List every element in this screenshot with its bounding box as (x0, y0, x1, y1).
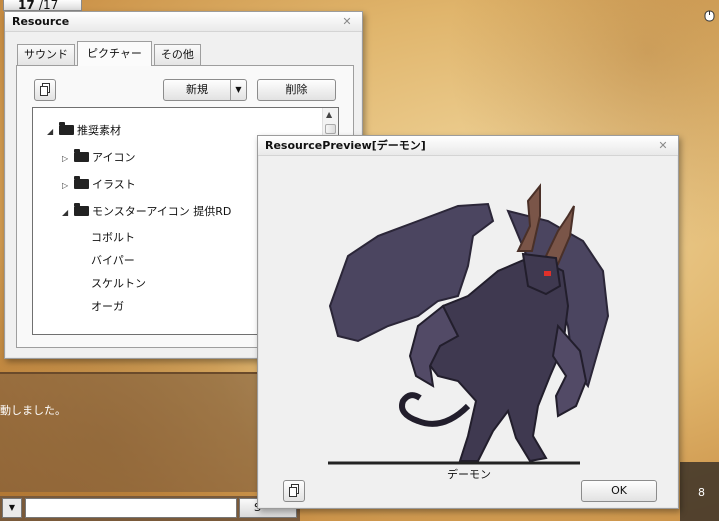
resource-window-title: Resource (12, 15, 70, 28)
counter-total: 17 (42, 0, 59, 11)
chat-channel-dropdown[interactable]: ▼ (2, 498, 22, 518)
scroll-up-icon[interactable]: ▲ (326, 110, 332, 119)
new-button[interactable]: 新規 (164, 80, 231, 100)
demon-tail (399, 392, 471, 427)
expand-triangle-icon[interactable]: ▷ (62, 177, 74, 195)
mouse-icon (704, 10, 715, 22)
tree-item[interactable]: スケルトン (91, 275, 146, 293)
counter-current: 17 (18, 0, 35, 11)
tree-node-label: モンスターアイコン 提供RD (92, 205, 232, 218)
tree-node-folder[interactable]: ▷ イラスト (62, 176, 136, 194)
ok-button[interactable]: OK (581, 480, 657, 502)
copy-icon (40, 83, 50, 96)
folder-icon (74, 149, 89, 162)
resource-tabs: サウンド ピクチャー その他 (17, 41, 203, 66)
new-split-button[interactable]: 新規 ▼ (163, 79, 247, 101)
tree-item[interactable]: コボルト (91, 229, 135, 247)
expand-triangle-icon[interactable]: ▷ (62, 150, 74, 168)
resource-title-bar[interactable]: Resource ✕ (5, 12, 362, 32)
tree-node-folder[interactable]: ▷ アイコン (62, 149, 135, 167)
chat-bar: ▼ S (0, 496, 300, 521)
collapse-triangle-icon[interactable]: ◢ (47, 123, 59, 141)
preview-title-bar[interactable]: ResourcePreview[デーモン] ✕ (258, 136, 678, 156)
log-message: 動しました。 (0, 404, 66, 417)
copy-icon (289, 484, 299, 497)
tab-picture[interactable]: ピクチャー (77, 41, 152, 66)
page-counter: 17 /17 (3, 0, 82, 11)
resource-preview-window: ResourcePreview[デーモン] ✕ デーモン OK (257, 135, 679, 509)
demon-eye (544, 271, 551, 276)
tree-node-folder[interactable]: ◢ モンスターアイコン 提供RD (62, 203, 231, 221)
side-panel-number: 8 (698, 486, 705, 499)
folder-icon (59, 122, 74, 135)
log-panel: 動しました。 (0, 372, 258, 492)
tab-other[interactable]: その他 (153, 44, 201, 65)
tree-node-label: アイコン (92, 151, 136, 164)
close-icon[interactable]: ✕ (340, 12, 354, 32)
copy-button[interactable] (34, 79, 56, 101)
tree-node-folder[interactable]: ◢ 推奨素材 (47, 122, 121, 140)
scrollbar-thumb[interactable] (325, 124, 336, 134)
folder-icon (74, 176, 89, 189)
chevron-down-icon[interactable]: ▼ (231, 80, 246, 100)
copy-button[interactable] (283, 480, 305, 502)
close-icon[interactable]: ✕ (656, 136, 670, 156)
tree-node-label: イラスト (92, 178, 136, 191)
tree-node-label: 推奨素材 (77, 124, 121, 137)
side-panel: 8 (680, 462, 719, 521)
delete-button[interactable]: 削除 (257, 79, 336, 101)
folder-icon (74, 203, 89, 216)
preview-window-title: ResourcePreview[デーモン] (265, 139, 426, 152)
collapse-triangle-icon[interactable]: ◢ (62, 204, 74, 222)
tree-item[interactable]: バイパー (91, 252, 135, 270)
chat-input[interactable] (25, 498, 237, 518)
demon-sprite-image (328, 183, 610, 465)
tab-sound[interactable]: サウンド (17, 44, 75, 65)
tree-item[interactable]: オーガ (91, 298, 124, 316)
